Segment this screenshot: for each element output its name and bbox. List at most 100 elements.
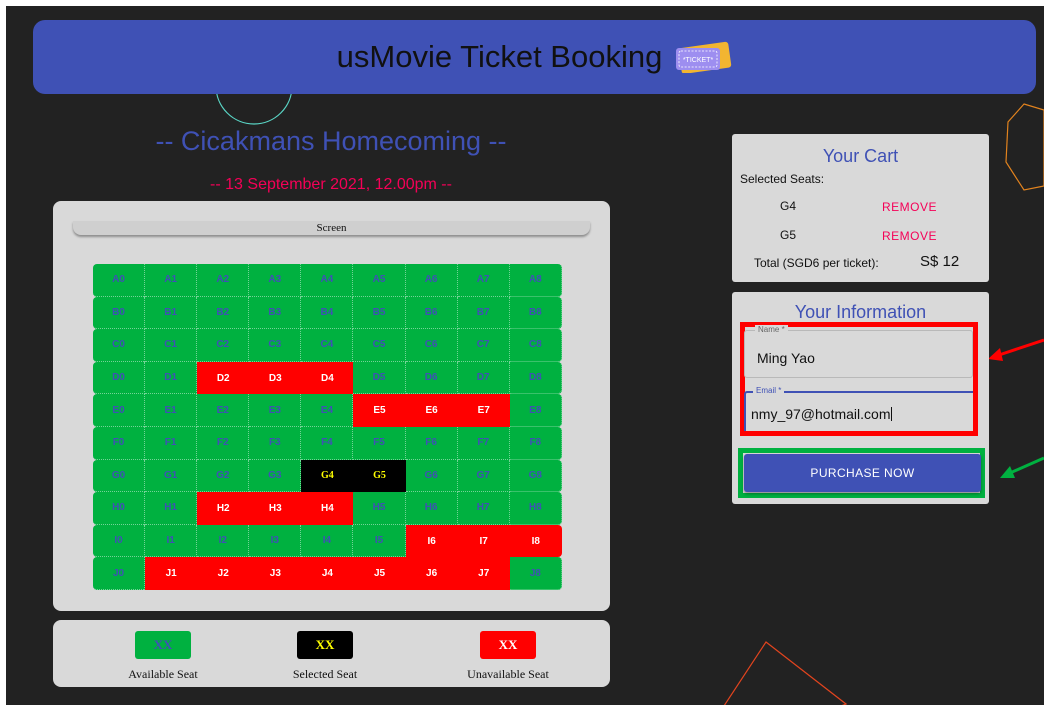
- seat-c3[interactable]: C3: [249, 329, 302, 362]
- seat-i7: I7: [457, 524, 510, 558]
- seat-d7[interactable]: D7: [457, 361, 510, 395]
- legend-unavailable: XX Unavailable Seat: [448, 631, 568, 682]
- seat-j0[interactable]: J0: [93, 557, 146, 590]
- seat-e2[interactable]: E2: [197, 394, 250, 427]
- seat-c1[interactable]: C1: [145, 329, 198, 362]
- seat-b5[interactable]: B5: [353, 296, 406, 330]
- seat-e3[interactable]: E3: [249, 394, 302, 427]
- seat-d5[interactable]: D5: [353, 361, 406, 395]
- seat-g7[interactable]: G7: [457, 459, 510, 493]
- seat-g8[interactable]: G8: [509, 459, 562, 493]
- seat-g0[interactable]: G0: [93, 459, 146, 493]
- seat-d6[interactable]: D6: [405, 361, 458, 395]
- seat-i3[interactable]: I3: [249, 524, 302, 558]
- seat-i6: I6: [405, 524, 458, 558]
- seat-i2[interactable]: I2: [197, 524, 250, 558]
- seat-b0[interactable]: B0: [93, 296, 146, 330]
- seat-g3[interactable]: G3: [249, 459, 302, 493]
- seat-g4[interactable]: G4: [301, 459, 354, 493]
- decorative-pentagon: [723, 641, 848, 705]
- seat-b7[interactable]: B7: [457, 296, 510, 330]
- name-field-label: Name *: [755, 325, 788, 334]
- seat-a5[interactable]: A5: [353, 264, 406, 297]
- seat-c6[interactable]: C6: [405, 329, 458, 362]
- seat-j5: J5: [353, 557, 406, 590]
- seat-a1[interactable]: A1: [145, 264, 198, 297]
- seat-f3[interactable]: F3: [249, 426, 302, 460]
- seat-e1[interactable]: E1: [145, 394, 198, 427]
- seat-b1[interactable]: B1: [145, 296, 198, 330]
- seat-c5[interactable]: C5: [353, 329, 406, 362]
- seat-g5[interactable]: G5: [353, 459, 406, 493]
- seat-g2[interactable]: G2: [197, 459, 250, 493]
- cart-total-value: S$ 12: [920, 253, 960, 270]
- seat-j8[interactable]: J8: [509, 557, 562, 590]
- seat-g1[interactable]: G1: [145, 459, 198, 493]
- legend-selected-swatch: XX: [297, 631, 353, 659]
- ticket-icon: *TICKET*: [676, 41, 732, 73]
- seat-f6[interactable]: F6: [405, 426, 458, 460]
- seat-c4[interactable]: C4: [301, 329, 354, 362]
- seat-b6[interactable]: B6: [405, 296, 458, 330]
- seat-d0[interactable]: D0: [93, 361, 146, 395]
- seat-d8[interactable]: D8: [509, 361, 562, 395]
- seat-h8[interactable]: H8: [509, 492, 562, 525]
- seat-a3[interactable]: A3: [249, 264, 302, 297]
- seat-j2: J2: [197, 557, 250, 590]
- legend-unavailable-label: Unavailable Seat: [467, 667, 549, 681]
- seat-a6[interactable]: A6: [405, 264, 458, 297]
- seat-i4[interactable]: I4: [301, 524, 354, 558]
- remove-seat-button[interactable]: REMOVE: [882, 229, 937, 243]
- seat-a2[interactable]: A2: [197, 264, 250, 297]
- name-field-value[interactable]: Ming Yao: [757, 350, 815, 366]
- purchase-now-button[interactable]: PURCHASE NOW: [744, 454, 981, 492]
- seat-row-g: G0 G1 G2 G3 G4 G5 G6 G7 G8: [93, 459, 562, 493]
- seat-j4: J4: [301, 557, 354, 590]
- remove-seat-button[interactable]: REMOVE: [882, 200, 937, 214]
- seat-b4[interactable]: B4: [301, 296, 354, 330]
- seat-h7[interactable]: H7: [457, 492, 510, 525]
- seat-h0[interactable]: H0: [93, 492, 146, 525]
- name-field[interactable]: Name * Ming Yao: [744, 325, 973, 378]
- seat-c7[interactable]: C7: [457, 329, 510, 362]
- seat-b8[interactable]: B8: [509, 296, 562, 330]
- seat-f2[interactable]: F2: [197, 426, 250, 460]
- seat-c0[interactable]: C0: [93, 329, 146, 362]
- seat-e6: E6: [405, 394, 458, 427]
- seat-g6[interactable]: G6: [405, 459, 458, 493]
- seat-f8[interactable]: F8: [509, 426, 562, 460]
- seat-j6: J6: [405, 557, 458, 590]
- legend-selected-label: Selected Seat: [292, 667, 358, 681]
- seat-d1[interactable]: D1: [145, 361, 198, 395]
- seat-f5[interactable]: F5: [353, 426, 406, 460]
- seat-h1[interactable]: H1: [145, 492, 198, 525]
- seat-h6[interactable]: H6: [405, 492, 458, 525]
- seat-a4[interactable]: A4: [301, 264, 354, 297]
- seat-f0[interactable]: F0: [93, 426, 146, 460]
- seat-a7[interactable]: A7: [457, 264, 510, 297]
- seat-c2[interactable]: C2: [197, 329, 250, 362]
- seat-f4[interactable]: F4: [301, 426, 354, 460]
- email-field[interactable]: Email * nmy_97@hotmail.com: [744, 386, 973, 431]
- seat-b2[interactable]: B2: [197, 296, 250, 330]
- email-field-value[interactable]: nmy_97@hotmail.com: [751, 406, 892, 422]
- seat-i0[interactable]: I0: [93, 524, 146, 558]
- information-panel: Your Information Name * Ming Yao Email *…: [732, 292, 989, 504]
- seat-a8[interactable]: A8: [509, 264, 562, 297]
- seat-i1[interactable]: I1: [145, 524, 198, 558]
- seat-e7: E7: [457, 394, 510, 427]
- seat-i5[interactable]: I5: [353, 524, 406, 558]
- seat-e0[interactable]: E0: [93, 394, 146, 427]
- seat-a0[interactable]: A0: [93, 264, 146, 297]
- seat-b3[interactable]: B3: [249, 296, 302, 330]
- seat-f1[interactable]: F1: [145, 426, 198, 460]
- seat-e4[interactable]: E4: [301, 394, 354, 427]
- seat-row-j: J0 J1 J2 J3 J4 J5 J6 J7 J8: [93, 557, 562, 590]
- seat-j3: J3: [249, 557, 302, 590]
- seat-f7[interactable]: F7: [457, 426, 510, 460]
- seat-e8[interactable]: E8: [509, 394, 562, 427]
- seat-c8[interactable]: C8: [509, 329, 562, 362]
- seat-row-f: F0 F1 F2 F3 F4 F5 F6 F7 F8: [93, 426, 562, 460]
- seat-h5[interactable]: H5: [353, 492, 406, 525]
- cart-panel: Your Cart Selected Seats: G4 REMOVE G5 R…: [732, 134, 989, 282]
